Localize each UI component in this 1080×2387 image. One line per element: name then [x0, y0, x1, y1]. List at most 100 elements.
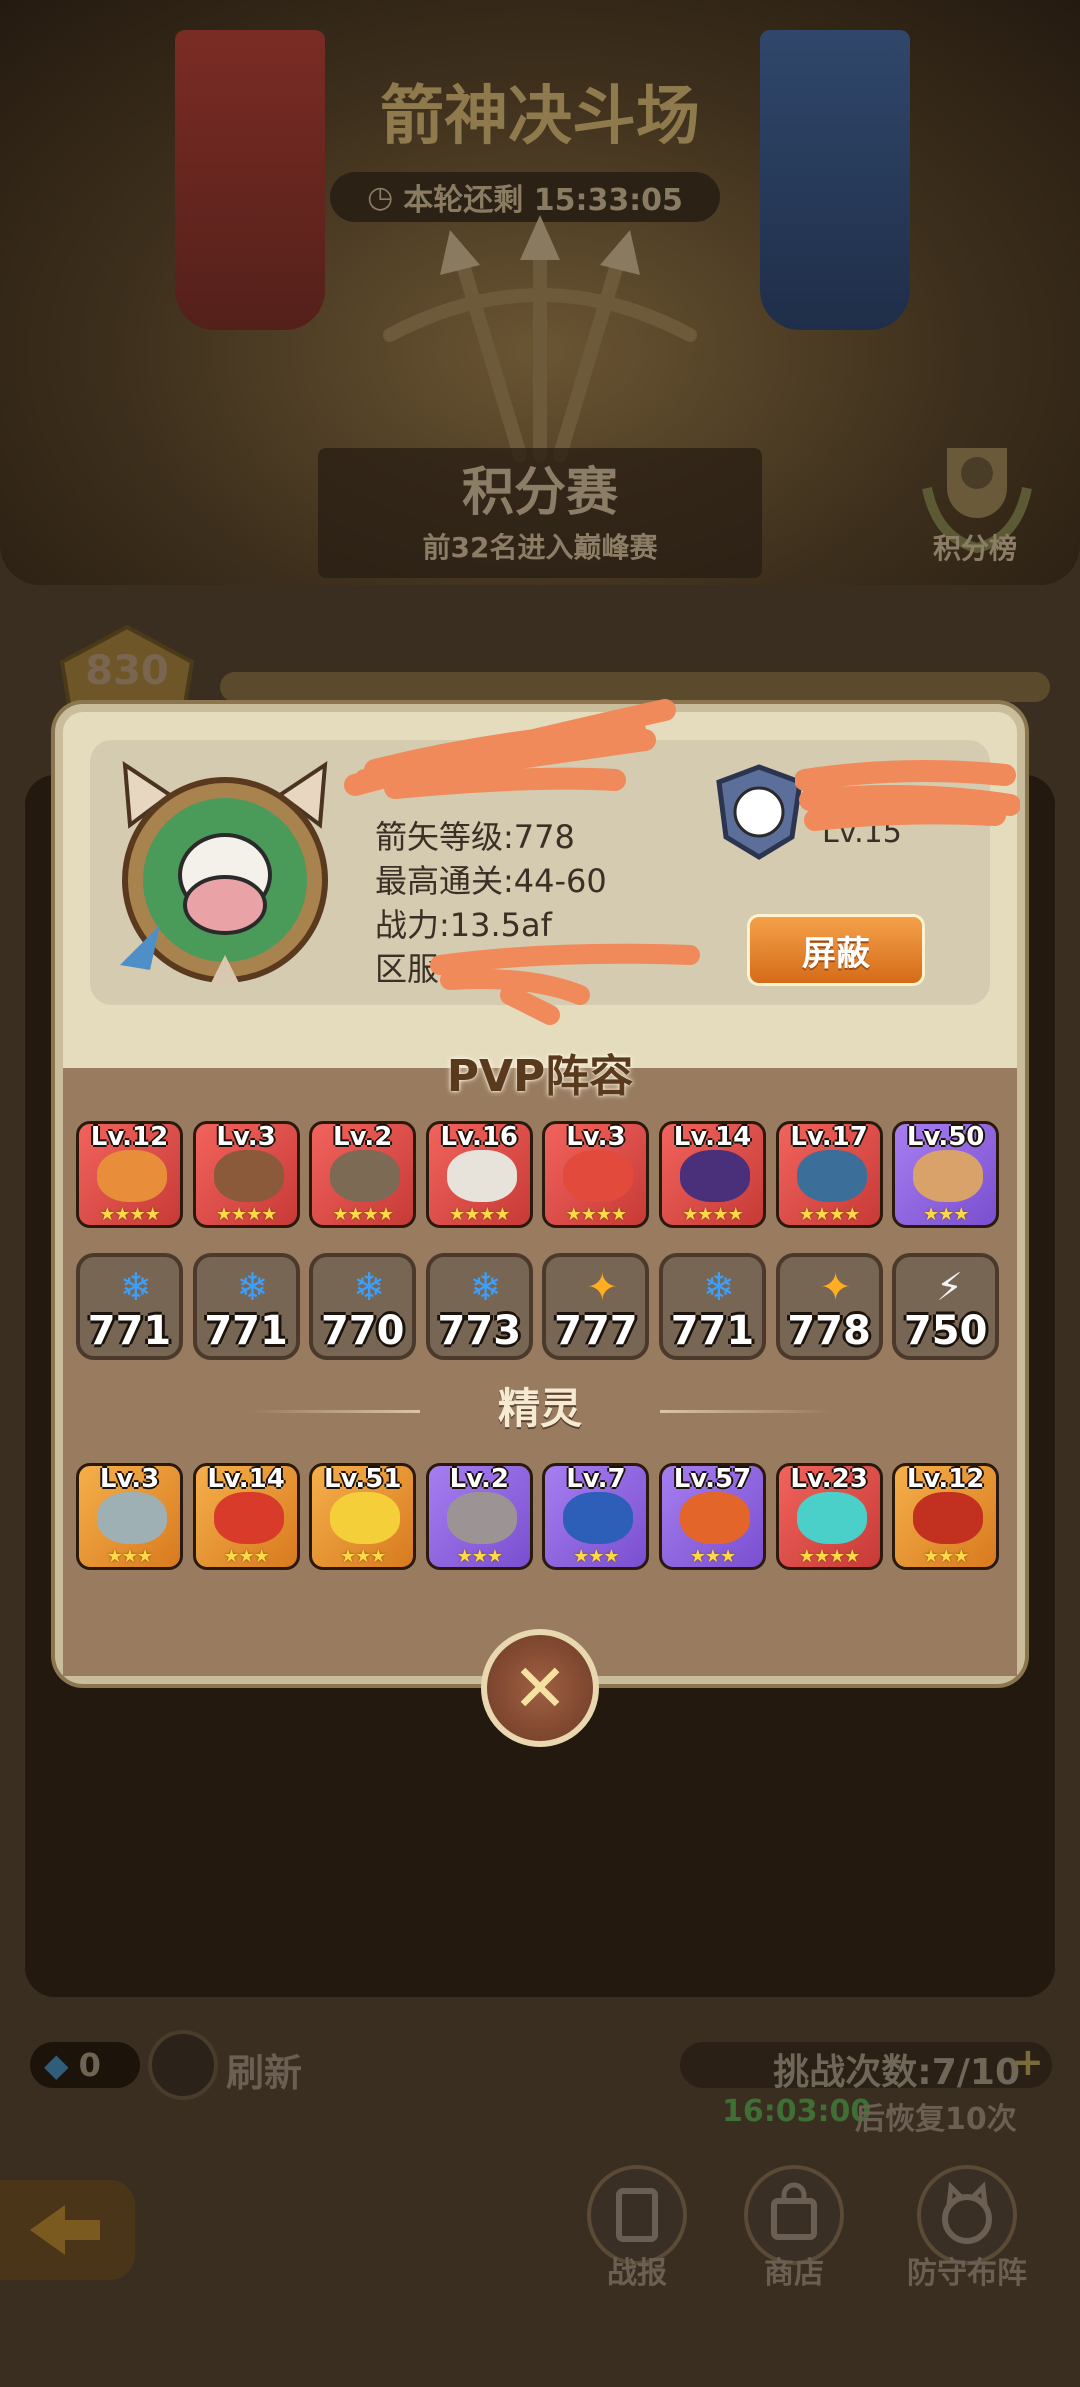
round-timer-text: 本轮还剩 15:33:05: [403, 183, 683, 218]
clock-icon: ◷: [367, 179, 394, 215]
arena-title: 箭神决斗场: [380, 80, 700, 154]
weapon-slot[interactable]: ❄ 771: [192, 1253, 300, 1360]
spirit-level: Lv.51: [323, 1464, 402, 1494]
hero-portrait: [679, 1150, 750, 1202]
spirit-level: Lv.7: [566, 1464, 626, 1494]
spirit-card[interactable]: Lv.57 ★★★: [658, 1463, 766, 1570]
spirit-card[interactable]: Lv.12 ★★★: [892, 1463, 1000, 1570]
weapon-slot[interactable]: ❄ 771: [76, 1253, 183, 1360]
spirit-level: Lv.57: [673, 1464, 752, 1494]
refresh-button[interactable]: 刷新: [226, 2042, 302, 2097]
player-avatar: [120, 761, 328, 985]
spirit-level: Lv.14: [207, 1464, 285, 1494]
add-challenge-button[interactable]: +: [1012, 2040, 1044, 2084]
ice-arrow-icon: ❄: [120, 1265, 152, 1309]
spirit-stars: ★★★: [689, 1546, 736, 1567]
spirit-stars: ★★★★: [798, 1546, 861, 1567]
hero-level: Lv.12: [90, 1122, 169, 1152]
weapon-slot[interactable]: ✦ 777: [542, 1253, 650, 1360]
hero-stars: ★★★: [922, 1204, 969, 1225]
weapon-level: 750: [903, 1308, 988, 1354]
hero-card[interactable]: Lv.2 ★★★★: [309, 1121, 417, 1228]
spirit-level: Lv.12: [906, 1464, 985, 1494]
spirit-portrait: [796, 1492, 867, 1544]
weapon-level: 771: [670, 1308, 755, 1354]
weapon-slot[interactable]: ❄ 770: [309, 1253, 417, 1360]
spirit-card[interactable]: Lv.23 ★★★★: [775, 1463, 883, 1570]
hero-card[interactable]: Lv.16 ★★★★: [425, 1121, 533, 1228]
spirit-card[interactable]: Lv.7 ★★★: [542, 1463, 650, 1570]
hero-level: Lv.16: [440, 1122, 519, 1152]
spirit-portrait: [913, 1492, 984, 1544]
hero-card[interactable]: Lv.14 ★★★★: [658, 1121, 766, 1228]
battle-report-label[interactable]: 战报: [557, 2248, 717, 2292]
spirit-portrait: [330, 1492, 401, 1544]
spirit-stars: ★★★: [223, 1546, 269, 1567]
block-player-button[interactable]: 屏蔽: [747, 914, 925, 986]
weapon-level: 770: [320, 1308, 405, 1354]
mode-subtitle: 前32名进入巅峰赛: [422, 531, 658, 564]
weapon-slot[interactable]: ✦ 778: [775, 1253, 883, 1360]
spirit-portrait: [446, 1492, 517, 1544]
spirit-card[interactable]: Lv.14 ★★★: [192, 1463, 300, 1570]
pvp-lineup-title: PVP阵容: [446, 1051, 634, 1102]
shop-label[interactable]: 商店: [714, 2248, 874, 2292]
weapon-slot[interactable]: ❄ 773: [425, 1253, 533, 1360]
hero-portrait: [796, 1150, 867, 1202]
ice-arrow-icon: ❄: [353, 1265, 386, 1309]
spirit-stars: ★★★: [339, 1546, 386, 1567]
redacted-guild-scribble: [795, 760, 1020, 831]
hero-level: Lv.2: [333, 1122, 393, 1152]
hero-level: Lv.17: [790, 1122, 868, 1152]
weapon-level: 771: [204, 1308, 288, 1354]
spirit-stars: ★★★: [456, 1546, 503, 1567]
hero-stars: ★★★★: [99, 1204, 161, 1225]
ranking-label[interactable]: 积分榜: [900, 527, 1050, 567]
spirit-row: Lv.3 ★★★ Lv.14 ★★★ Lv.51 ★★★ Lv.2 ★★★ Lv.7 ★★★ Lv.…: [76, 1463, 1000, 1570]
weapon-slot[interactable]: ❄ 771: [658, 1253, 766, 1360]
hero-portrait: [97, 1150, 167, 1202]
spirit-card[interactable]: Lv.2 ★★★: [425, 1463, 533, 1570]
weapon-slot[interactable]: ⚡ 750: [892, 1253, 1000, 1360]
spirit-portrait: [679, 1492, 750, 1544]
hero-level: Lv.3: [566, 1122, 626, 1152]
gem-counter: ◆ 0: [30, 2042, 140, 2088]
spirit-card[interactable]: Lv.51 ★★★: [309, 1463, 417, 1570]
hero-card[interactable]: Lv.17 ★★★★: [775, 1121, 883, 1228]
close-icon: ✕: [512, 1649, 568, 1727]
left-arrow-icon: [30, 2205, 100, 2255]
spirit-level: Lv.23: [790, 1464, 868, 1494]
spirit-card[interactable]: Lv.3 ★★★: [76, 1463, 183, 1570]
spirit-stars: ★★★: [573, 1546, 619, 1567]
hero-card[interactable]: Lv.3 ★★★★: [192, 1121, 300, 1228]
weapon-level: 777: [554, 1308, 638, 1354]
weapon-level: 771: [87, 1308, 172, 1354]
score-value: 830: [85, 648, 169, 694]
weapon-level: 778: [787, 1308, 871, 1354]
spirit-portrait: [97, 1492, 167, 1544]
challenge-count: 挑战次数:7/10: [773, 2052, 1020, 2093]
hero-card[interactable]: Lv.12 ★★★★: [76, 1121, 183, 1228]
hero-stars: ★★★★: [215, 1204, 278, 1225]
hero-stars: ★★★★: [798, 1204, 861, 1225]
hero-level: Lv.3: [216, 1122, 276, 1152]
spirit-stars: ★★★: [922, 1546, 969, 1567]
defense-lineup-label[interactable]: 防守布阵: [887, 2248, 1047, 2292]
hero-card[interactable]: Lv.3 ★★★★: [542, 1121, 650, 1228]
guild-badge-icon: [716, 764, 803, 860]
hero-row: Lv.12 ★★★★ Lv.3 ★★★★ Lv.2 ★★★★ Lv.16 ★★★★ Lv.3 ★★…: [76, 1121, 1000, 1228]
spirit-portrait: [213, 1492, 284, 1544]
hero-stars: ★★★★: [682, 1204, 744, 1225]
crossed-arrows-emblem: [383, 215, 697, 462]
back-button[interactable]: [0, 2180, 135, 2280]
spirit-portrait: [563, 1492, 634, 1544]
close-button[interactable]: ✕: [481, 1629, 599, 1747]
fire-arrow-icon: ✦: [586, 1265, 619, 1309]
spirit-level: Lv.2: [449, 1464, 509, 1494]
weapon-row: ❄ 771 ❄ 771 ❄ 770 ❄ 773 ✦ 777 ❄ 771 ✦ 778 ⚡ 750: [76, 1253, 1000, 1360]
hero-card[interactable]: Lv.50 ★★★: [892, 1121, 1000, 1228]
divider-right: [660, 1410, 830, 1413]
lightning-arrow-icon: ⚡: [936, 1265, 963, 1309]
hero-stars: ★★★★: [565, 1204, 628, 1225]
refresh-icon[interactable]: [148, 2030, 218, 2100]
